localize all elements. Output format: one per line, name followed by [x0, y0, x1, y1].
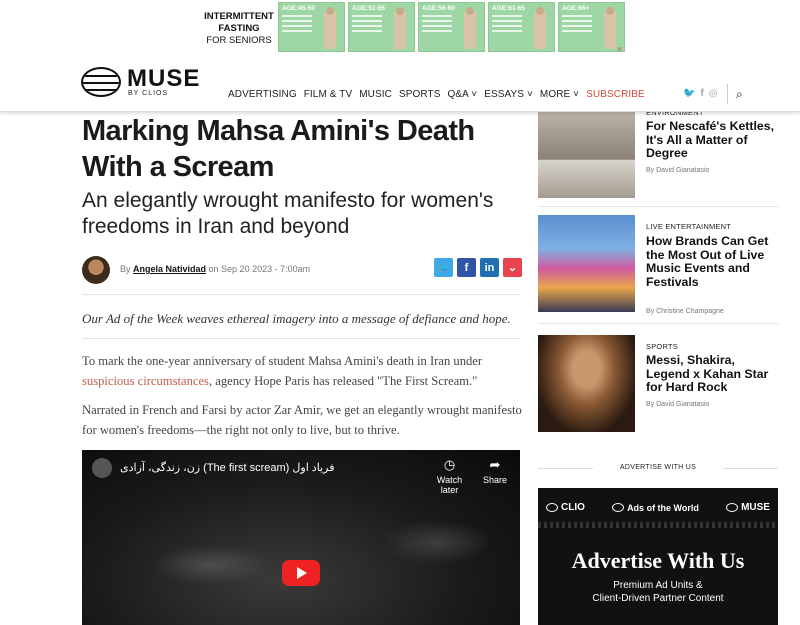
- card-category[interactable]: SPORTS: [646, 342, 678, 351]
- main-nav: ADVERTISING FILM & TV MUSIC SPORTS Q&A ˅…: [228, 89, 652, 100]
- ad-tile-age: AGE:51-55: [352, 5, 385, 12]
- article-title: Marking Mahsa Amini's Death With a Screa…: [82, 115, 475, 183]
- nav-film-tv[interactable]: FILM & TV: [304, 89, 353, 100]
- divider: [82, 294, 520, 295]
- card-image[interactable]: [538, 112, 635, 198]
- card-headline[interactable]: Messi, Shakira, Legend x Kahan Star for …: [646, 353, 774, 395]
- ad-tile-age: AGE:66+: [562, 5, 590, 12]
- ad-tile-age: AGE:61-65: [492, 5, 525, 12]
- twitter-share-icon[interactable]: 🐦: [434, 258, 453, 277]
- author-avatar[interactable]: [82, 256, 110, 284]
- publish-date: on Sep 20 2023 - 7:00am: [206, 264, 311, 274]
- ad-line-3: FOR SENIORS: [206, 35, 272, 46]
- play-icon: [297, 567, 307, 579]
- advertise-headline[interactable]: Advertise With Us: [538, 548, 778, 574]
- twitter-icon[interactable]: 🐦: [683, 88, 695, 99]
- nav-more[interactable]: MORE ˅: [540, 89, 579, 100]
- nav-advertising[interactable]: ADVERTISING: [228, 89, 297, 100]
- card-byline: By David Gianatasio: [646, 167, 710, 174]
- channel-avatar[interactable]: [92, 458, 112, 478]
- advertise-subtext-1: Premium Ad Units &: [613, 580, 703, 591]
- ads-of-the-world-logo: Ads of the World: [612, 503, 699, 513]
- sidebar-card[interactable]: SPORTS Messi, Shakira, Legend x Kahan St…: [538, 335, 778, 432]
- card-byline: By David Gianatasio: [646, 401, 710, 408]
- facebook-share-icon[interactable]: f: [457, 258, 476, 277]
- play-button[interactable]: [282, 560, 320, 586]
- partner-logos: CLIO Ads of the World MUSE: [546, 502, 770, 513]
- video-share-button[interactable]: ➦ Share: [480, 457, 510, 486]
- social-links: 🐦 f ◎: [683, 88, 718, 99]
- clio-logo: CLIO: [546, 502, 585, 513]
- watch-later-button[interactable]: ◷ Watch later: [427, 457, 472, 496]
- ad-tile: AGE:51-55: [348, 2, 415, 52]
- paragraph-1-text-b: , agency Hope Paris has released "The Fi…: [208, 374, 478, 388]
- by-prefix: By: [120, 264, 134, 274]
- share-arrow-icon: ➦: [489, 457, 501, 472]
- linkedin-share-icon[interactable]: in: [480, 258, 499, 277]
- ad-tile-age: AGE:45-50: [282, 5, 315, 12]
- globe-icon: [81, 67, 121, 97]
- ad-tile: AGE:66+: [558, 2, 625, 52]
- nav-essays[interactable]: ESSAYS ˅: [484, 89, 533, 100]
- nav-sports[interactable]: SPORTS: [399, 89, 441, 100]
- facebook-icon[interactable]: f: [700, 88, 703, 99]
- advertise-subtext: Premium Ad Units & Client-Driven Partner…: [538, 579, 778, 605]
- sidebar-card[interactable]: ENVIRONMENT For Nescafé's Kettles, It's …: [538, 108, 778, 198]
- card-category[interactable]: LIVE ENTERTAINMENT: [646, 222, 731, 231]
- card-headline[interactable]: How Brands Can Get the Most Out of Live …: [646, 234, 774, 289]
- ad-line-1: INTERMITTENT: [204, 11, 274, 22]
- nav-qa[interactable]: Q&A ˅: [448, 89, 478, 100]
- muse-logo[interactable]: MUSE BY CLIOS: [81, 64, 201, 97]
- advertise-promo[interactable]: CLIO Ads of the World MUSE Advertise Wit…: [538, 488, 778, 625]
- divider: [723, 468, 778, 469]
- paragraph-1: To mark the one-year anniversary of stud…: [82, 351, 522, 391]
- share-buttons: 🐦 f in ⌄: [434, 258, 522, 277]
- card-image[interactable]: [538, 215, 635, 312]
- card-headline[interactable]: For Nescafé's Kettles, It's All a Matter…: [646, 119, 774, 161]
- article-lede: Our Ad of the Week weaves ethereal image…: [82, 311, 511, 326]
- video-title[interactable]: زن، زندگی، آزادی (The first scream) فریا…: [120, 461, 334, 474]
- ad-tiles: AGE:45-50 AGE:51-55 AGE:56-60 AGE:61-65 …: [278, 2, 625, 56]
- instagram-icon[interactable]: ◎: [709, 88, 718, 99]
- divider: [82, 338, 520, 339]
- site-header: MUSE BY CLIOS ADVERTISING FILM & TV MUSI…: [0, 62, 800, 112]
- card-byline: By Christine Champagne: [646, 308, 724, 315]
- advertise-subtext-2: Client-Driven Partner Content: [592, 593, 724, 604]
- ad-tile: AGE:45-50: [278, 2, 345, 52]
- header-divider: [727, 84, 728, 104]
- card-image[interactable]: [538, 335, 635, 432]
- ad-text: INTERMITTENT FASTING FOR SENIORS: [200, 2, 278, 56]
- pocket-share-icon[interactable]: ⌄: [503, 258, 522, 277]
- top-ad-banner[interactable]: INTERMITTENT FASTING FOR SENIORS AGE:45-…: [200, 2, 625, 56]
- video-player[interactable]: زن، زندگی، آزادی (The first scream) فریا…: [82, 450, 520, 625]
- adchoices-icon[interactable]: ✕: [616, 45, 623, 54]
- ad-tile: AGE:56-60: [418, 2, 485, 52]
- byline: By Angela Natividad on Sep 20 2023 - 7:0…: [82, 253, 522, 285]
- decorative-stripe: [538, 522, 778, 528]
- muse-logo-small: MUSE: [726, 502, 770, 513]
- ad-tile-age: AGE:56-60: [422, 5, 455, 12]
- paragraph-1-text-a: To mark the one-year anniversary of stud…: [82, 354, 483, 368]
- paragraph-2: Narrated in French and Farsi by actor Za…: [82, 403, 522, 437]
- ad-line-2: FASTING: [218, 23, 260, 34]
- author-link[interactable]: Angela Natividad: [133, 264, 206, 274]
- logo-word: MUSE: [127, 64, 201, 92]
- ad-tile: AGE:61-65: [488, 2, 555, 52]
- sidebar-card[interactable]: LIVE ENTERTAINMENT How Brands Can Get th…: [538, 215, 778, 315]
- article-subtitle: An elegantly wrought manifesto for women…: [82, 189, 494, 238]
- nav-music[interactable]: MUSIC: [359, 89, 392, 100]
- nav-subscribe[interactable]: SUBSCRIBE: [586, 89, 645, 100]
- divider: [538, 323, 778, 324]
- watch-later-label: Watch later: [436, 475, 463, 495]
- clock-icon: ◷: [443, 457, 456, 472]
- suspicious-circumstances-link[interactable]: suspicious circumstances: [82, 374, 209, 388]
- share-label: Share: [482, 475, 508, 485]
- search-icon[interactable]: ⌕: [736, 87, 743, 102]
- divider: [538, 206, 778, 207]
